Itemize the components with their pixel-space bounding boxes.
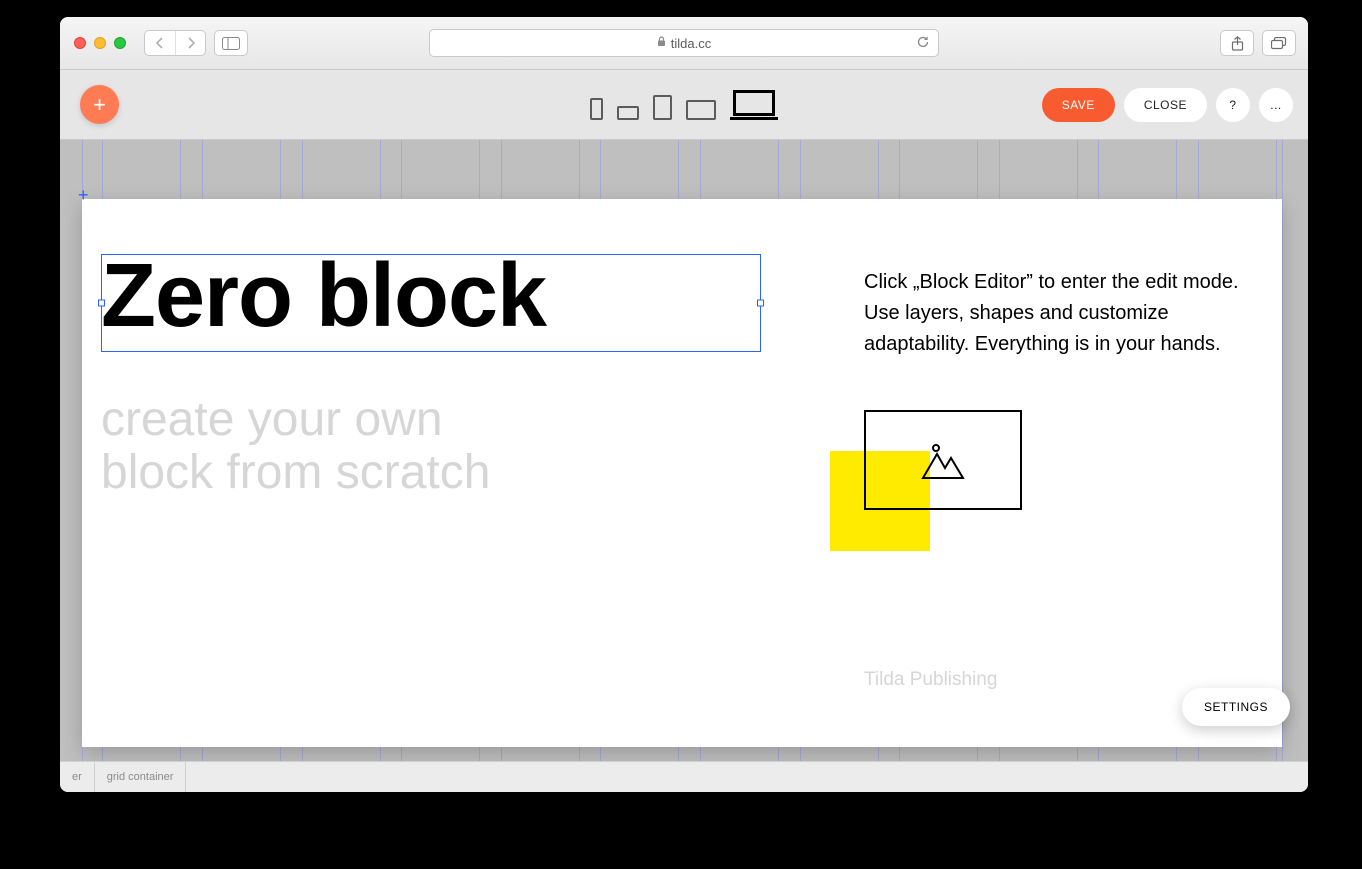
minimize-window-icon[interactable] [94, 37, 106, 49]
add-guide-icon[interactable]: + [78, 185, 89, 206]
device-phone-portrait-icon[interactable] [590, 98, 603, 120]
footer-breadcrumb: er grid container [60, 761, 1308, 792]
device-desktop-icon[interactable] [730, 90, 778, 120]
device-phone-landscape-icon[interactable] [617, 106, 639, 120]
add-element-button[interactable]: + [80, 85, 119, 124]
device-tablet-landscape-icon[interactable] [686, 100, 716, 120]
nav-button-group [144, 30, 206, 56]
toolbar-actions: SAVE CLOSE ? ... [1042, 88, 1293, 122]
crumb-item[interactable]: grid container [95, 762, 187, 792]
save-button[interactable]: SAVE [1042, 88, 1115, 122]
help-button[interactable]: ? [1216, 88, 1250, 122]
url-text: tilda.cc [671, 36, 711, 51]
sidebar-toggle-button[interactable] [214, 30, 248, 56]
subheading-text[interactable]: create your own block from scratch [101, 394, 490, 500]
back-button[interactable] [145, 31, 175, 55]
paragraph-text[interactable]: Click „Block Editor” to enter the edit m… [864, 267, 1244, 360]
settings-button[interactable]: SETTINGS [1182, 688, 1290, 726]
forward-button[interactable] [175, 31, 205, 55]
selection-box[interactable] [101, 254, 761, 352]
tabs-button[interactable] [1262, 30, 1296, 56]
traffic-lights [74, 37, 126, 49]
browser-titlebar: tilda.cc [60, 17, 1308, 70]
close-window-icon[interactable] [74, 37, 86, 49]
share-button[interactable] [1220, 30, 1254, 56]
address-bar[interactable]: tilda.cc [429, 29, 939, 57]
caption-text[interactable]: Tilda Publishing [864, 669, 997, 691]
crumb-item[interactable]: er [60, 762, 95, 792]
browser-window: tilda.cc + + SAVE CLOS [60, 17, 1308, 792]
canvas-area[interactable]: + Zero block create your own block from … [60, 140, 1308, 761]
image-icon [921, 440, 965, 480]
resize-handle-right[interactable] [757, 300, 764, 307]
zoom-window-icon[interactable] [114, 37, 126, 49]
editor-toolbar: + SAVE CLOSE ? ... [60, 70, 1308, 140]
artboard[interactable]: + Zero block create your own block from … [82, 199, 1282, 747]
lock-icon [657, 36, 666, 50]
resize-handle-left[interactable] [98, 300, 105, 307]
device-switcher [590, 90, 778, 120]
device-tablet-portrait-icon[interactable] [653, 95, 672, 120]
reload-icon[interactable] [916, 35, 930, 52]
more-button[interactable]: ... [1259, 88, 1293, 122]
close-button[interactable]: CLOSE [1124, 88, 1207, 122]
image-placeholder[interactable] [864, 410, 1022, 510]
titlebar-right-buttons [1220, 30, 1296, 56]
